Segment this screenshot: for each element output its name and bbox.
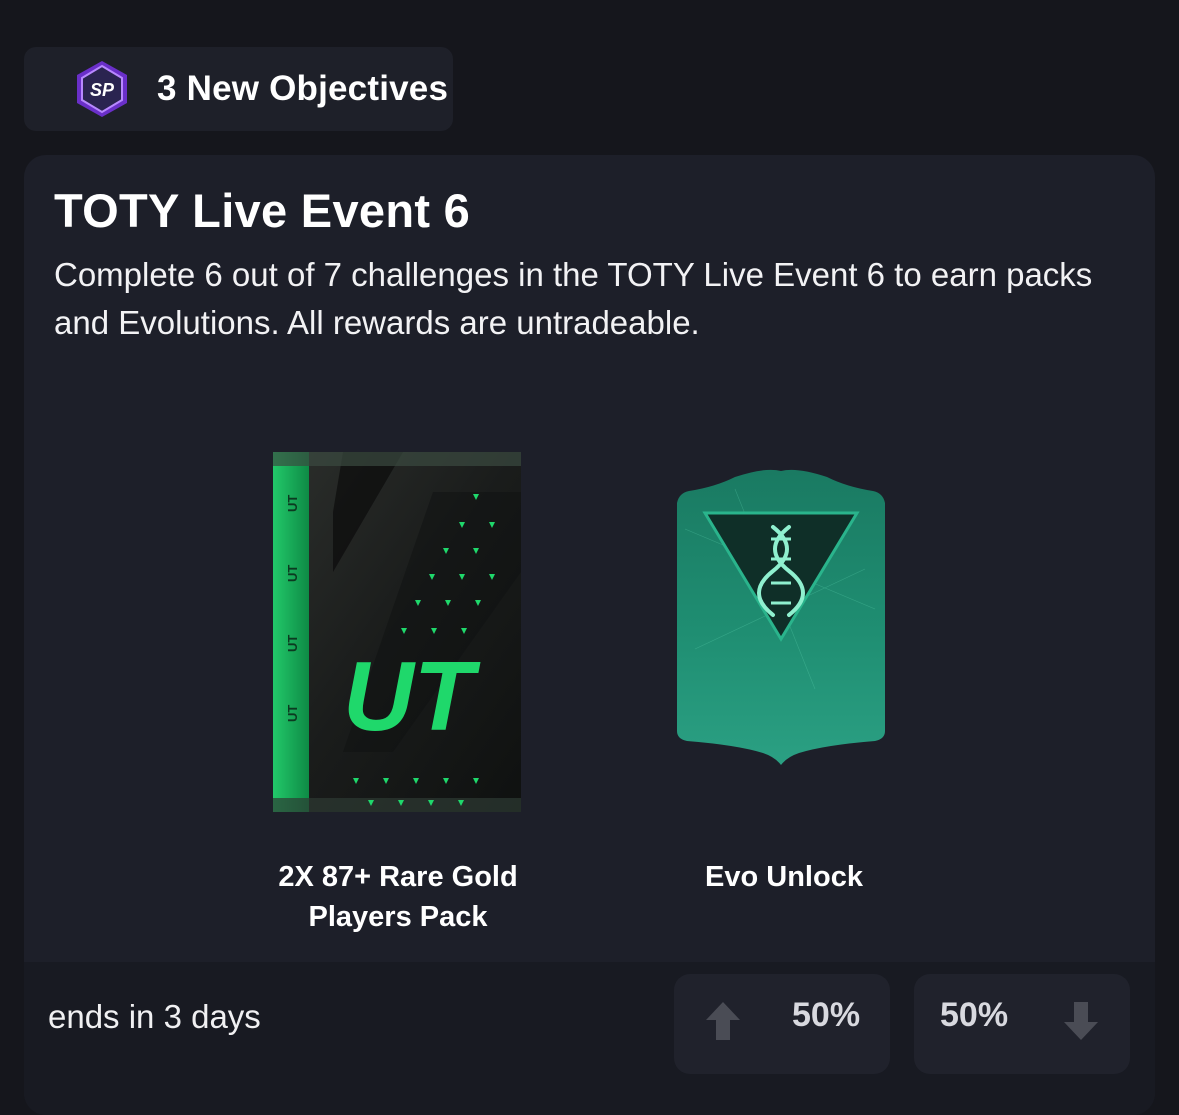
event-card[interactable]: TOTY Live Event 6 Complete 6 out of 7 ch…: [24, 155, 1155, 1115]
svg-text:UT: UT: [285, 565, 300, 582]
reward-evo-label: Evo Unlock: [705, 861, 863, 893]
objectives-banner[interactable]: SP 3 New Objectives: [24, 47, 453, 131]
sp-badge-text: SP: [90, 80, 115, 100]
reward-pack-label: 2X 87+ Rare Gold Players Pack: [236, 857, 560, 937]
reward-pack-label-line2: Players Pack: [308, 901, 488, 933]
arrow-down-icon: [1064, 1002, 1098, 1040]
evo-card-image: [677, 469, 885, 765]
upvote-button[interactable]: 50%: [674, 974, 890, 1074]
downvote-button[interactable]: 50%: [914, 974, 1130, 1074]
svg-text:UT: UT: [285, 705, 300, 722]
event-description: Complete 6 out of 7 challenges in the TO…: [54, 256, 1093, 341]
objectives-title: 3 New Objectives: [157, 69, 449, 108]
arrow-up-icon: [706, 1002, 740, 1040]
svg-text:UT: UT: [285, 635, 300, 652]
sp-badge-icon: SP: [77, 61, 127, 117]
event-title: TOTY Live Event 6: [54, 184, 471, 237]
svg-text:UT: UT: [285, 495, 300, 512]
downvote-percent: 50%: [940, 996, 1009, 1034]
pack-ut-text: UT: [343, 641, 481, 751]
ut-pack-image: UT UT UT UT UT: [273, 452, 521, 812]
upvote-percent: 50%: [792, 996, 861, 1034]
ends-in-text: ends in 3 days: [48, 998, 261, 1035]
reward-pack-label-line1: 2X 87+ Rare Gold: [278, 861, 518, 893]
event-footer: ends in 3 days 50% 50%: [24, 962, 1155, 1115]
